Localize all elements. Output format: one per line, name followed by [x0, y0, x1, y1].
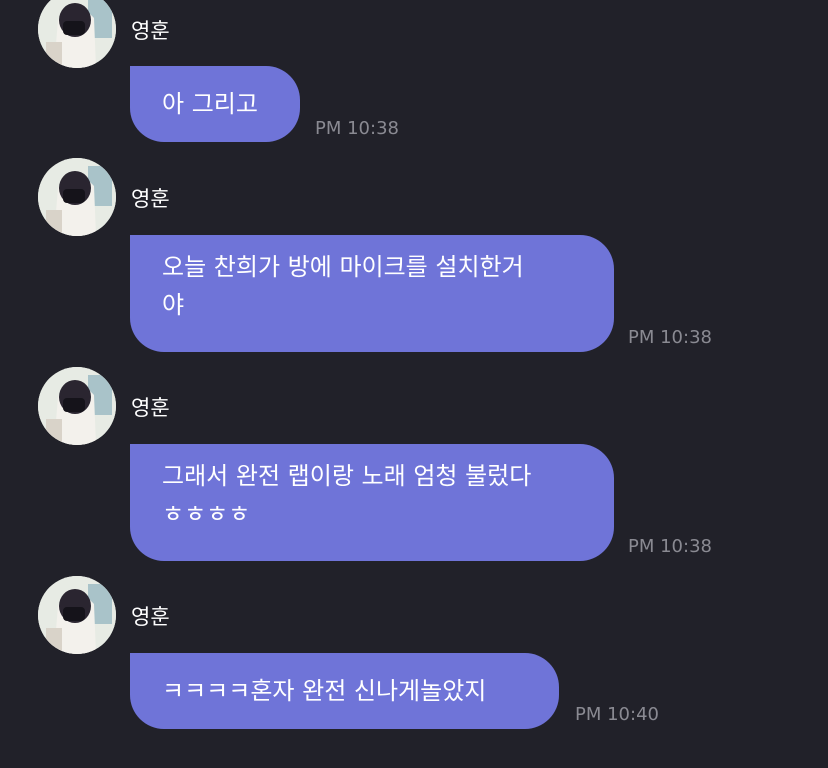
message-group: 영훈 ㅋㅋㅋㅋ혼자 완전 신나게놀았지 PM 10:40: [0, 0, 828, 768]
avatar[interactable]: [38, 576, 116, 654]
chat-thread: 영훈 아 그리고 PM 10:38 영훈 오늘 찬희가 방에 마이크를 설치한거…: [0, 0, 828, 768]
sender-name: 영훈: [131, 605, 170, 629]
profile-photo-icon: [38, 576, 116, 654]
message-time: PM 10:40: [575, 704, 659, 725]
message-bubble[interactable]: ㅋㅋㅋㅋ혼자 완전 신나게놀았지: [130, 653, 559, 729]
